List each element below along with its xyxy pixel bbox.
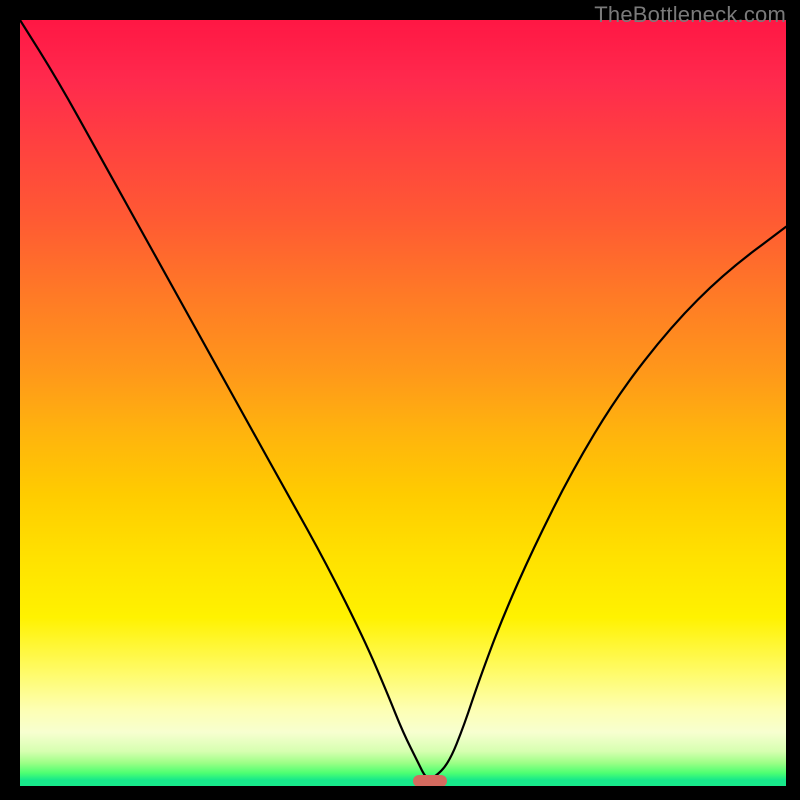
- plot-area: [20, 20, 786, 786]
- min-marker-icon: [413, 775, 447, 786]
- source-caption: TheBottleneck.com: [594, 2, 786, 28]
- bottleneck-curve: [20, 20, 786, 786]
- chart-frame: TheBottleneck.com: [0, 0, 800, 800]
